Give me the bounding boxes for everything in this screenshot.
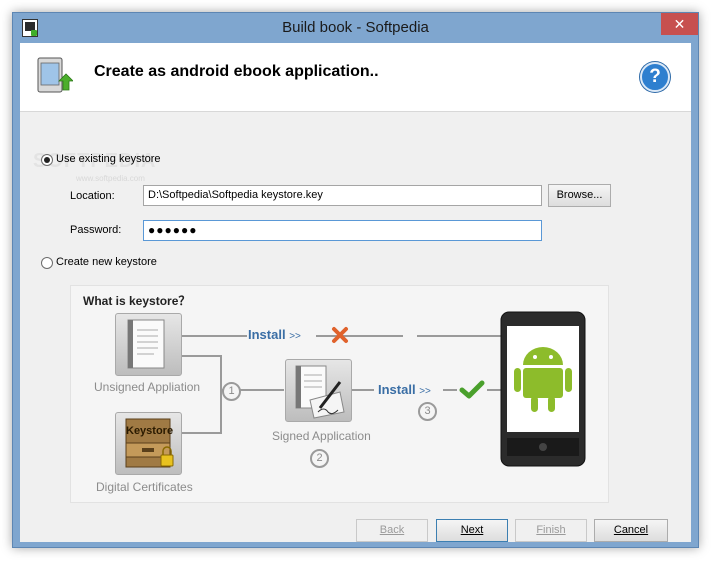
keystore-diagram: What is keystore？ Unsigned Appliation Ke… <box>70 285 609 503</box>
use-existing-radio[interactable] <box>41 154 53 166</box>
certificates-tile: Keystore <box>115 412 182 475</box>
cancel-button-label: Cancel <box>613 524 649 536</box>
checkmark-icon <box>459 380 485 399</box>
location-label: Location: <box>70 190 115 202</box>
password-field[interactable]: ●●●●●● <box>143 220 542 241</box>
window-title: Build book - Softpedia <box>282 19 429 36</box>
finish-button[interactable]: Finish <box>515 519 587 542</box>
step-1-badge: 1 <box>222 382 241 401</box>
help-button[interactable]: ? <box>640 62 670 92</box>
browse-button[interactable]: Browse... <box>548 184 611 207</box>
dialog-window: Build book - Softpedia ✕ Create as andro… <box>12 12 699 548</box>
next-button-label: Next <box>460 524 484 536</box>
unsigned-app-tile <box>115 313 182 376</box>
create-new-radio[interactable] <box>41 257 53 269</box>
certificates-label: Digital Certificates <box>96 480 193 494</box>
android-phone-icon <box>500 311 586 467</box>
keystore-cabinet-icon <box>125 418 174 468</box>
step-2-badge: 2 <box>310 449 329 468</box>
cancel-button[interactable]: Cancel <box>594 519 668 542</box>
back-button-label: Back <box>379 524 405 536</box>
signed-document-icon <box>295 365 345 419</box>
install-bottom-chevrons: >> <box>419 386 431 397</box>
next-button[interactable]: Next <box>436 519 508 542</box>
dialog-client: Create as android ebook application.. ? … <box>20 43 691 542</box>
unsigned-app-label: Unsigned Appliation <box>94 380 201 394</box>
password-label: Password: <box>70 224 122 236</box>
location-field[interactable]: D:\Softpedia\Softpedia keystore.key <box>143 185 542 206</box>
signed-app-tile <box>285 359 352 422</box>
watermark-sub: www.softpedia.com <box>76 174 145 183</box>
document-icon <box>127 319 165 369</box>
install-top-label: Install >> <box>248 327 301 342</box>
finish-button-label: Finish <box>536 524 566 536</box>
install-bottom-label: Install >> <box>378 382 431 397</box>
signed-app-label: Signed Application <box>272 429 371 443</box>
cross-icon <box>332 327 348 343</box>
create-new-label[interactable]: Create new keystore <box>56 256 157 268</box>
step-3-badge: 3 <box>418 402 437 421</box>
title-bar[interactable]: Build book - Softpedia ✕ <box>13 13 698 43</box>
install-bottom-text: Install <box>378 382 416 397</box>
install-top-text: Install <box>248 327 286 342</box>
ebook-device-icon <box>37 57 73 93</box>
page-title: Create as android ebook application.. <box>94 63 379 80</box>
install-top-chevrons: >> <box>289 331 301 342</box>
keystore-tag: Keystore <box>126 425 174 437</box>
close-button[interactable]: ✕ <box>661 13 698 35</box>
back-button[interactable]: Back <box>356 519 428 542</box>
header-banner: Create as android ebook application.. ? <box>20 43 691 112</box>
use-existing-label[interactable]: Use existing keystore <box>56 153 161 165</box>
